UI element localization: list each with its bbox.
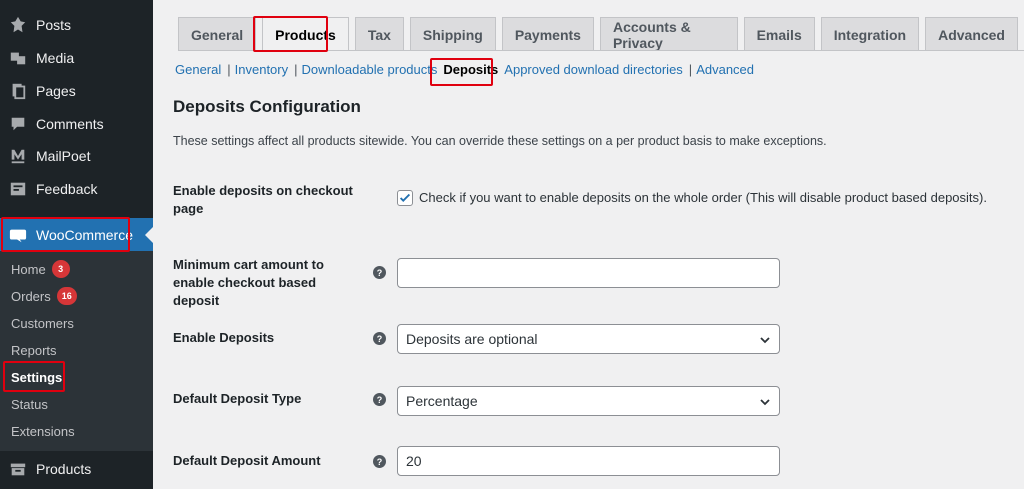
- tab-emails[interactable]: Emails: [743, 17, 815, 51]
- woo-icon: [0, 226, 36, 244]
- select-value: Deposits are optional: [406, 331, 538, 347]
- tab-payments[interactable]: Payments: [501, 17, 594, 51]
- menu-mailpoet[interactable]: MailPoet: [0, 140, 153, 172]
- menu-label: MailPoet: [36, 148, 91, 164]
- submenu-customers[interactable]: Customers: [11, 312, 74, 334]
- chevron-down-icon: [760, 337, 770, 344]
- checkout-deposits-label: Enable deposits on checkout page: [173, 183, 353, 216]
- section-title: Deposits Configuration: [173, 97, 361, 116]
- submenu-label: Orders: [11, 288, 51, 304]
- checkout-deposits-text: Check if you want to enable deposits on …: [419, 190, 987, 205]
- feedback-icon: [0, 180, 36, 198]
- archive-icon: [0, 460, 36, 478]
- count-badge: 16: [56, 287, 77, 305]
- subnav-advanced[interactable]: Advanced: [696, 62, 754, 77]
- submenu-label: Home: [11, 261, 46, 277]
- tab-divider: [178, 50, 1024, 51]
- menu-label: Media: [36, 50, 75, 66]
- help-icon[interactable]: ?: [373, 266, 386, 279]
- help-icon[interactable]: ?: [373, 455, 386, 468]
- pages-icon: [0, 82, 36, 100]
- subnav-separator: |: [294, 62, 298, 77]
- submenu-label: Customers: [11, 315, 74, 331]
- menu-label: Posts: [36, 17, 72, 33]
- min-cart-input[interactable]: [397, 258, 780, 288]
- deposit-type-label: Default Deposit Type: [173, 391, 302, 406]
- chevron-down-icon: [760, 399, 770, 406]
- menu-label: Feedback: [36, 181, 98, 197]
- menu-label: WooCommerce: [36, 227, 133, 243]
- menu-label: Pages: [36, 83, 76, 99]
- min-cart-label: Minimum cart amount to enable checkout b…: [173, 257, 324, 308]
- help-icon[interactable]: ?: [373, 393, 386, 406]
- settings-tabs: General Products Tax Shipping Payments A…: [178, 17, 1024, 51]
- pin-icon: [0, 16, 36, 34]
- menu-label: Comments: [36, 116, 104, 132]
- menu-label: Products: [36, 461, 92, 477]
- subnav-approved-dirs[interactable]: Approved download directories: [504, 62, 683, 77]
- submenu-home[interactable]: Home 3: [11, 258, 70, 280]
- submenu-status[interactable]: Status: [11, 393, 48, 415]
- submenu-label: Reports: [11, 342, 57, 358]
- current-menu-arrow: [145, 227, 153, 243]
- submenu-label: Extensions: [11, 423, 75, 439]
- settings-page: General Products Tax Shipping Payments A…: [153, 0, 1024, 489]
- help-icon[interactable]: ?: [373, 332, 386, 345]
- menu-comments[interactable]: Comments: [0, 108, 153, 140]
- media-icon: [0, 49, 36, 67]
- menu-woocommerce[interactable]: WooCommerce: [0, 218, 153, 252]
- menu-pages[interactable]: Pages: [0, 75, 153, 107]
- menu-products[interactable]: Products: [0, 453, 153, 485]
- menu-posts[interactable]: Posts: [0, 9, 153, 41]
- subnav-inventory[interactable]: Inventory: [235, 62, 288, 77]
- tab-general[interactable]: General: [178, 17, 257, 51]
- checkmark-icon: [399, 193, 411, 202]
- section-description: These settings affect all products sitew…: [173, 134, 827, 148]
- submenu-settings[interactable]: Settings: [11, 366, 62, 388]
- select-value: Percentage: [406, 393, 478, 409]
- enable-deposits-select[interactable]: Deposits are optional: [397, 324, 780, 354]
- deposit-type-select[interactable]: Percentage: [397, 386, 780, 416]
- enable-deposits-label: Enable Deposits: [173, 330, 275, 345]
- subnav-general[interactable]: General: [175, 62, 221, 77]
- deposit-amount-label: Default Deposit Amount: [173, 453, 321, 468]
- submenu-orders[interactable]: Orders 16: [11, 285, 77, 307]
- admin-sidebar: Posts Media Pages Comments MailPoet Feed…: [0, 0, 153, 489]
- tab-integration[interactable]: Integration: [820, 17, 920, 51]
- tab-tax[interactable]: Tax: [354, 17, 404, 51]
- deposit-amount-input[interactable]: [397, 446, 780, 476]
- checkout-deposits-checkbox[interactable]: [397, 190, 413, 206]
- menu-feedback[interactable]: Feedback: [0, 173, 153, 205]
- subnav-separator: |: [227, 62, 231, 77]
- tab-shipping[interactable]: Shipping: [409, 17, 496, 51]
- mailpoet-icon: [0, 147, 36, 165]
- submenu-label: Status: [11, 396, 48, 412]
- woocommerce-submenu: Home 3 Orders 16 Customers Reports Setti…: [0, 251, 153, 451]
- subnav-separator: |: [688, 62, 693, 77]
- tab-accounts-privacy[interactable]: Accounts & Privacy: [599, 17, 738, 51]
- count-badge: 3: [51, 260, 70, 278]
- submenu-reports[interactable]: Reports: [11, 339, 57, 361]
- subnav-deposits[interactable]: Deposits: [437, 62, 504, 77]
- comment-icon: [0, 115, 36, 133]
- tab-advanced[interactable]: Advanced: [925, 17, 1018, 51]
- menu-media[interactable]: Media: [0, 42, 153, 74]
- submenu-label: Settings: [11, 369, 63, 385]
- subnav-downloadable[interactable]: Downloadable products: [302, 62, 438, 77]
- section-subnav: General | Inventory | Downloadable product…: [175, 62, 754, 77]
- tab-products[interactable]: Products: [262, 17, 349, 51]
- submenu-extensions[interactable]: Extensions: [11, 420, 75, 442]
